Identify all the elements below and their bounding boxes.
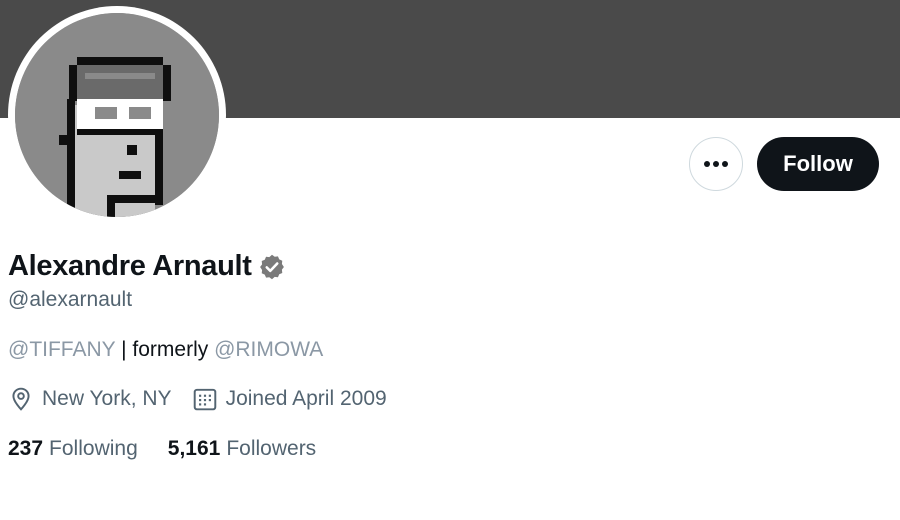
- profile-name: Alexandre Arnault: [8, 250, 252, 282]
- following-label: Following: [49, 437, 138, 460]
- joined-text: Joined April 2009: [225, 387, 387, 410]
- bio-mention-rimowa[interactable]: @RIMOWA: [214, 338, 323, 361]
- following-count: 237: [8, 437, 44, 460]
- location-text: New York, NY: [42, 387, 172, 410]
- profile-stats: 237 Following 5,161 Followers: [8, 437, 316, 461]
- following-link[interactable]: 237 Following: [8, 437, 138, 461]
- ellipsis-icon: [704, 161, 728, 167]
- bio-text: | formerly: [115, 338, 215, 361]
- follow-button[interactable]: Follow: [757, 137, 879, 191]
- more-options-button[interactable]: [689, 137, 743, 191]
- profile-avatar[interactable]: [8, 6, 226, 224]
- profile-bio: @TIFFANY | formerly @RIMOWA: [8, 338, 323, 362]
- followers-count: 5,161: [167, 437, 221, 460]
- location-pin-icon: [12, 387, 30, 411]
- calendar-icon: [193, 388, 216, 411]
- bio-mention-tiffany[interactable]: @TIFFANY: [8, 338, 115, 361]
- profile-handle: @alexarnault: [8, 288, 133, 311]
- profile-name-row: Alexandre Arnault: [8, 250, 286, 283]
- location-item: New York, NY: [8, 386, 172, 412]
- profile-meta: New York, NY Joined April 2009: [8, 386, 387, 412]
- joined-item: Joined April 2009: [192, 386, 387, 412]
- followers-link[interactable]: 5,161 Followers: [168, 437, 316, 461]
- verified-badge-icon[interactable]: [258, 253, 286, 281]
- followers-label: Followers: [226, 437, 317, 460]
- avatar-image: [15, 13, 219, 217]
- pixel-punk-avatar-icon: [15, 13, 219, 217]
